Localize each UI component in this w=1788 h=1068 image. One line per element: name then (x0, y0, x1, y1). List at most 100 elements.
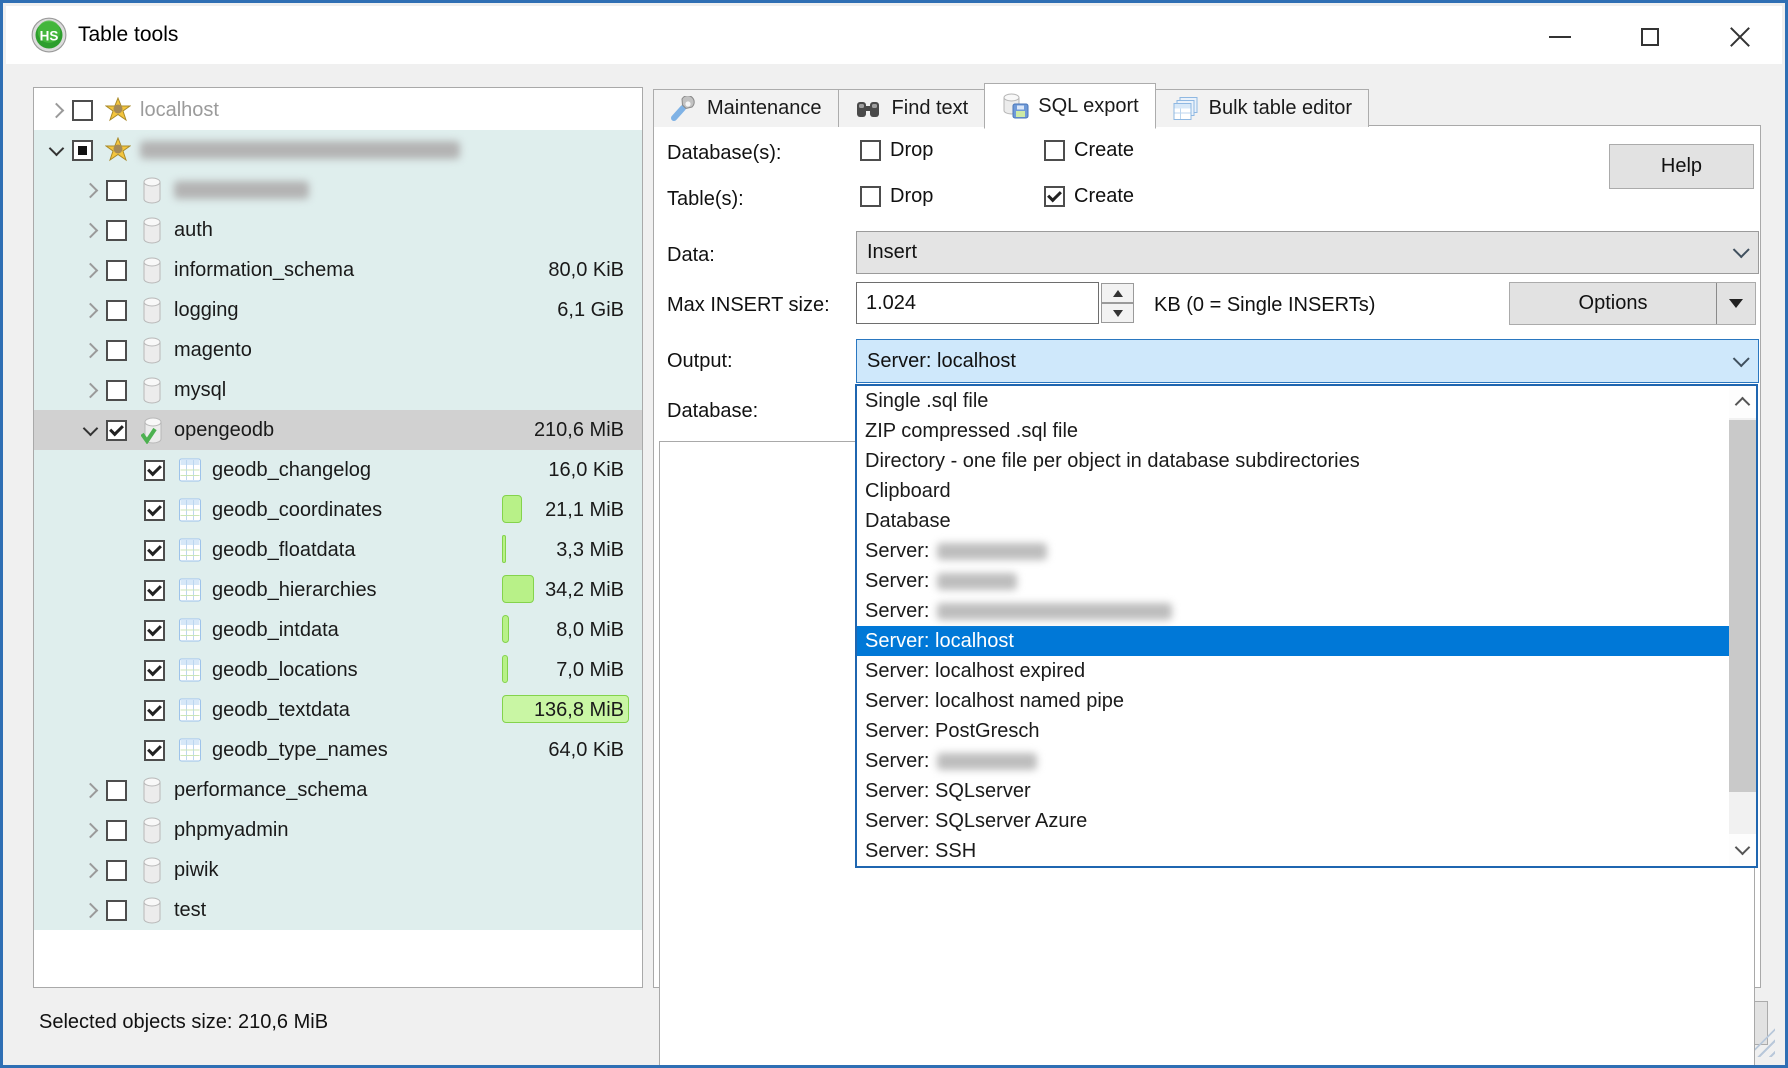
tree-checkbox[interactable] (106, 420, 127, 441)
tree-row-localhost[interactable]: localhost (34, 90, 642, 130)
output-combobox[interactable]: Server: localhost (856, 339, 1759, 383)
tree-checkbox[interactable] (72, 100, 93, 121)
tree-collapsed-chevron-icon[interactable] (74, 210, 106, 250)
tree-expanded-chevron-icon[interactable] (74, 410, 106, 450)
db-create-checkbox-row[interactable]: Create (1044, 139, 1134, 162)
tree-checkbox[interactable] (144, 700, 165, 721)
dropdown-item-server-localhost-named-pipe[interactable]: Server: localhost named pipe (857, 686, 1756, 716)
tree-checkbox[interactable] (144, 540, 165, 561)
tree-row-logging[interactable]: logging6,1 GiB (34, 290, 642, 330)
scroll-up-icon[interactable] (1729, 386, 1756, 418)
db-drop-checkbox-row[interactable]: Drop (860, 139, 933, 162)
tree-row-geodb_floatdata[interactable]: geodb_floatdata3,3 MiB (34, 530, 642, 570)
chevron-down-icon[interactable] (1720, 232, 1758, 273)
tree-collapsed-chevron-icon[interactable] (74, 810, 106, 850)
maximize-button[interactable] (1617, 12, 1683, 62)
dropdown-item-zip-compressed-sql-file[interactable]: ZIP compressed .sql file (857, 416, 1756, 446)
dropdown-item-redacted[interactable]: Server: (857, 536, 1756, 566)
tree-collapsed-chevron-icon[interactable] (74, 890, 106, 930)
table-drop-checkbox[interactable] (860, 186, 881, 207)
table-create-checkbox[interactable] (1044, 186, 1065, 207)
dropdown-item-server-localhost-expired[interactable]: Server: localhost expired (857, 656, 1756, 686)
dropdown-item-server-localhost[interactable]: Server: localhost (857, 626, 1756, 656)
data-combobox[interactable]: Insert (856, 231, 1759, 274)
options-dropdown-arrow-icon[interactable] (1716, 283, 1755, 324)
dropdown-item-server-postgresch[interactable]: Server: PostGresch (857, 716, 1756, 746)
tree-row-redacted[interactable] (34, 130, 642, 170)
tree-row-test[interactable]: test (34, 890, 642, 930)
scrollbar-thumb[interactable] (1729, 420, 1756, 792)
tree-collapsed-chevron-icon[interactable] (74, 330, 106, 370)
tree-checkbox[interactable] (106, 260, 127, 281)
tree-checkbox[interactable] (106, 180, 127, 201)
tree-collapsed-chevron-icon[interactable] (74, 250, 106, 290)
dropdown-item-directory-one-file-per-object-in-database-subdirectories[interactable]: Directory - one file per object in datab… (857, 446, 1756, 476)
tree-collapsed-chevron-icon[interactable] (74, 770, 106, 810)
tree-collapsed-chevron-icon[interactable] (74, 170, 106, 210)
dropdown-item-single-sql-file[interactable]: Single .sql file (857, 386, 1756, 416)
tree-checkbox[interactable] (144, 580, 165, 601)
spin-down-button[interactable] (1101, 303, 1134, 323)
tree-row-piwik[interactable]: piwik (34, 850, 642, 890)
dropdown-item-redacted[interactable]: Server: (857, 596, 1756, 626)
tree-row-auth[interactable]: auth (34, 210, 642, 250)
tree-row-mysql[interactable]: mysql (34, 370, 642, 410)
tree-checkbox[interactable] (144, 460, 165, 481)
tree-row-geodb_locations[interactable]: geodb_locations7,0 MiB (34, 650, 642, 690)
tree-row-phpmyadmin[interactable]: phpmyadmin (34, 810, 642, 850)
dropdown-item-redacted[interactable]: Server: (857, 566, 1756, 596)
dropdown-item-server-sqlserver[interactable]: Server: SQLserver (857, 776, 1756, 806)
tree-row-geodb_hierarchies[interactable]: geodb_hierarchies34,2 MiB (34, 570, 642, 610)
tree-checkbox[interactable] (144, 500, 165, 521)
tree-row-magento[interactable]: magento (34, 330, 642, 370)
dropdown-scrollbar[interactable] (1729, 386, 1756, 866)
options-split-button[interactable]: Options (1509, 282, 1756, 325)
table-create-checkbox-row[interactable]: Create (1044, 185, 1134, 208)
tree-row-redacted[interactable] (34, 170, 642, 210)
tree-row-geodb_changelog[interactable]: geodb_changelog16,0 KiB (34, 450, 642, 490)
close-window-button[interactable] (1707, 12, 1773, 62)
minimize-button[interactable] (1527, 12, 1593, 62)
dropdown-item-server-ssh[interactable]: Server: SSH (857, 836, 1756, 866)
tree-checkbox[interactable] (106, 860, 127, 881)
tab-bulk-table-editor[interactable]: Bulk table editor (1155, 89, 1369, 127)
tree-checkbox[interactable] (106, 220, 127, 241)
tree-row-geodb_intdata[interactable]: geodb_intdata8,0 MiB (34, 610, 642, 650)
tree-checkbox[interactable] (106, 380, 127, 401)
tree-row-geodb_type_names[interactable]: geodb_type_names64,0 KiB (34, 730, 642, 770)
object-tree[interactable]: localhost authinformation_schema80,0 KiBl… (33, 87, 643, 988)
tree-row-geodb_textdata[interactable]: geodb_textdata136,8 MiB (34, 690, 642, 730)
dropdown-item-redacted[interactable]: Server: (857, 746, 1756, 776)
tree-collapsed-chevron-icon[interactable] (74, 370, 106, 410)
tree-checkbox[interactable] (106, 780, 127, 801)
spin-up-button[interactable] (1101, 283, 1134, 303)
tree-checkbox[interactable] (144, 660, 165, 681)
table-drop-checkbox-row[interactable]: Drop (860, 185, 933, 208)
dropdown-item-server-sqlserver-azure[interactable]: Server: SQLserver Azure (857, 806, 1756, 836)
tab-sql-export[interactable]: SQL export (984, 83, 1155, 129)
tree-checkbox[interactable] (144, 740, 165, 761)
dropdown-item-clipboard[interactable]: Clipboard (857, 476, 1756, 506)
tree-checkbox[interactable] (106, 820, 127, 841)
help-button[interactable]: Help (1609, 144, 1754, 189)
db-drop-checkbox[interactable] (860, 140, 881, 161)
tree-row-information_schema[interactable]: information_schema80,0 KiB (34, 250, 642, 290)
tree-collapsed-chevron-icon[interactable] (74, 850, 106, 890)
chevron-down-icon[interactable] (1720, 340, 1758, 382)
max-insert-size-input[interactable] (856, 282, 1099, 324)
dropdown-item-database[interactable]: Database (857, 506, 1756, 536)
tree-checkbox[interactable] (72, 140, 93, 161)
tree-checkbox[interactable] (106, 900, 127, 921)
tab-maintenance[interactable]: Maintenance (653, 89, 839, 127)
tree-row-performance_schema[interactable]: performance_schema (34, 770, 642, 810)
db-create-checkbox[interactable] (1044, 140, 1065, 161)
tree-row-geodb_coordinates[interactable]: geodb_coordinates21,1 MiB (34, 490, 642, 530)
tree-expanded-chevron-icon[interactable] (40, 130, 72, 170)
tree-row-opengeodb[interactable]: opengeodb210,6 MiB (34, 410, 642, 450)
tree-collapsed-chevron-icon[interactable] (74, 290, 106, 330)
tree-collapsed-chevron-icon[interactable] (40, 90, 72, 130)
scroll-down-icon[interactable] (1729, 834, 1756, 866)
tab-find-text[interactable]: Find text (838, 89, 986, 127)
tree-checkbox[interactable] (144, 620, 165, 641)
tree-checkbox[interactable] (106, 300, 127, 321)
